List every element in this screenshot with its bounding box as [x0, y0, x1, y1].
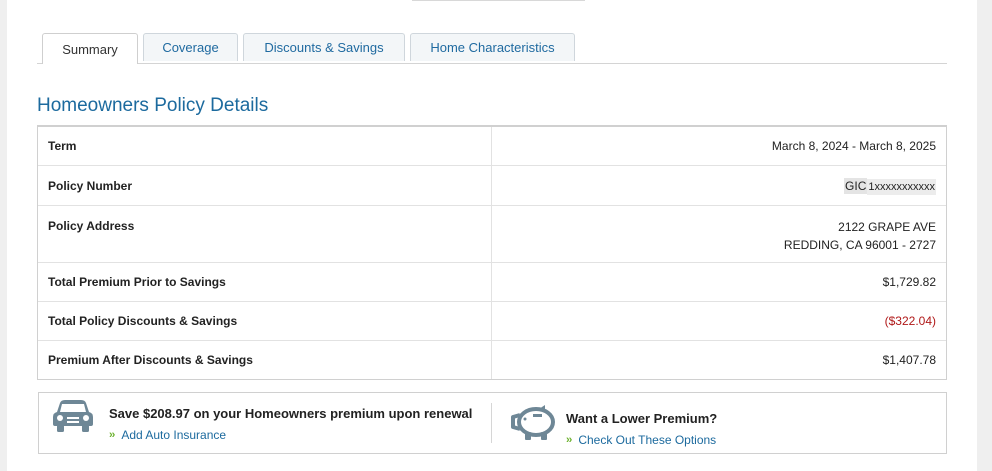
lower-premium-heading: Want a Lower Premium? [566, 411, 718, 426]
car-icon [52, 399, 94, 438]
discounts-label: Total Policy Discounts & Savings [38, 302, 492, 340]
discounts-value: ($322.04) [884, 314, 936, 328]
add-auto-insurance-label: Add Auto Insurance [121, 428, 227, 442]
premium-after-label: Premium After Discounts & Savings [38, 341, 492, 379]
tab-home-characteristics[interactable]: Home Characteristics [410, 33, 575, 61]
piggy-bank-icon [511, 405, 557, 446]
premium-after-value: $1,407.78 [882, 353, 936, 367]
table-row-policy-number: Policy Number GIC 1xxxxxxxxxxx [38, 166, 946, 206]
auto-promo: Save $208.97 on your Homeowners premium … [39, 393, 491, 453]
premium-prior-label: Total Premium Prior to Savings [38, 263, 492, 301]
check-out-options-link[interactable]: ›› Check Out These Options [566, 433, 716, 447]
tab-bar: Summary Coverage Discounts & Savings Hom… [37, 33, 947, 64]
address-line1: 2122 GRAPE AVE [838, 220, 936, 234]
table-row-discounts: Total Policy Discounts & Savings ($322.0… [38, 302, 946, 341]
policy-number-label: Policy Number [38, 166, 492, 205]
term-value: March 8, 2024 - March 8, 2025 [771, 139, 936, 153]
tab-discounts-savings[interactable]: Discounts & Savings [243, 33, 405, 61]
chevron-right-icon: ›› [109, 429, 115, 441]
chevron-right-icon: ›› [566, 434, 572, 446]
policy-number-masked: 1xxxxxxxxxxx [867, 178, 936, 195]
policy-number-prefix: GIC [844, 177, 868, 194]
auto-promo-heading: Save $208.97 on your Homeowners premium … [109, 406, 473, 421]
table-row-term: Term March 8, 2024 - March 8, 2025 [38, 127, 946, 166]
table-row-premium-prior: Total Premium Prior to Savings $1,729.82 [38, 263, 946, 302]
tab-coverage[interactable]: Coverage [143, 33, 238, 61]
table-row-address: Policy Address 2122 GRAPE AVE REDDING, C… [38, 206, 946, 263]
main-panel: Summary Coverage Discounts & Savings Hom… [7, 0, 977, 471]
address-line2: REDDING, CA 96001 - 2727 [783, 238, 936, 252]
page-title: Homeowners Policy Details [37, 95, 269, 116]
address-label: Policy Address [38, 206, 492, 262]
table-row-premium-after: Premium After Discounts & Savings $1,407… [38, 341, 946, 379]
add-auto-insurance-link[interactable]: ›› Add Auto Insurance [109, 428, 226, 442]
savings-promo: Save $208.97 on your Homeowners premium … [38, 392, 947, 454]
policy-details-table: Term March 8, 2024 - March 8, 2025 Polic… [37, 125, 947, 380]
check-out-options-label: Check Out These Options [578, 433, 717, 447]
divider [412, 0, 585, 1]
term-label: Term [38, 127, 492, 165]
policy-number-value: GIC 1xxxxxxxxxxx [844, 177, 936, 195]
tab-summary[interactable]: Summary [42, 33, 138, 64]
premium-prior-value: $1,729.82 [882, 275, 936, 289]
lower-premium-promo: Want a Lower Premium? ›› Check Out These … [492, 393, 946, 453]
